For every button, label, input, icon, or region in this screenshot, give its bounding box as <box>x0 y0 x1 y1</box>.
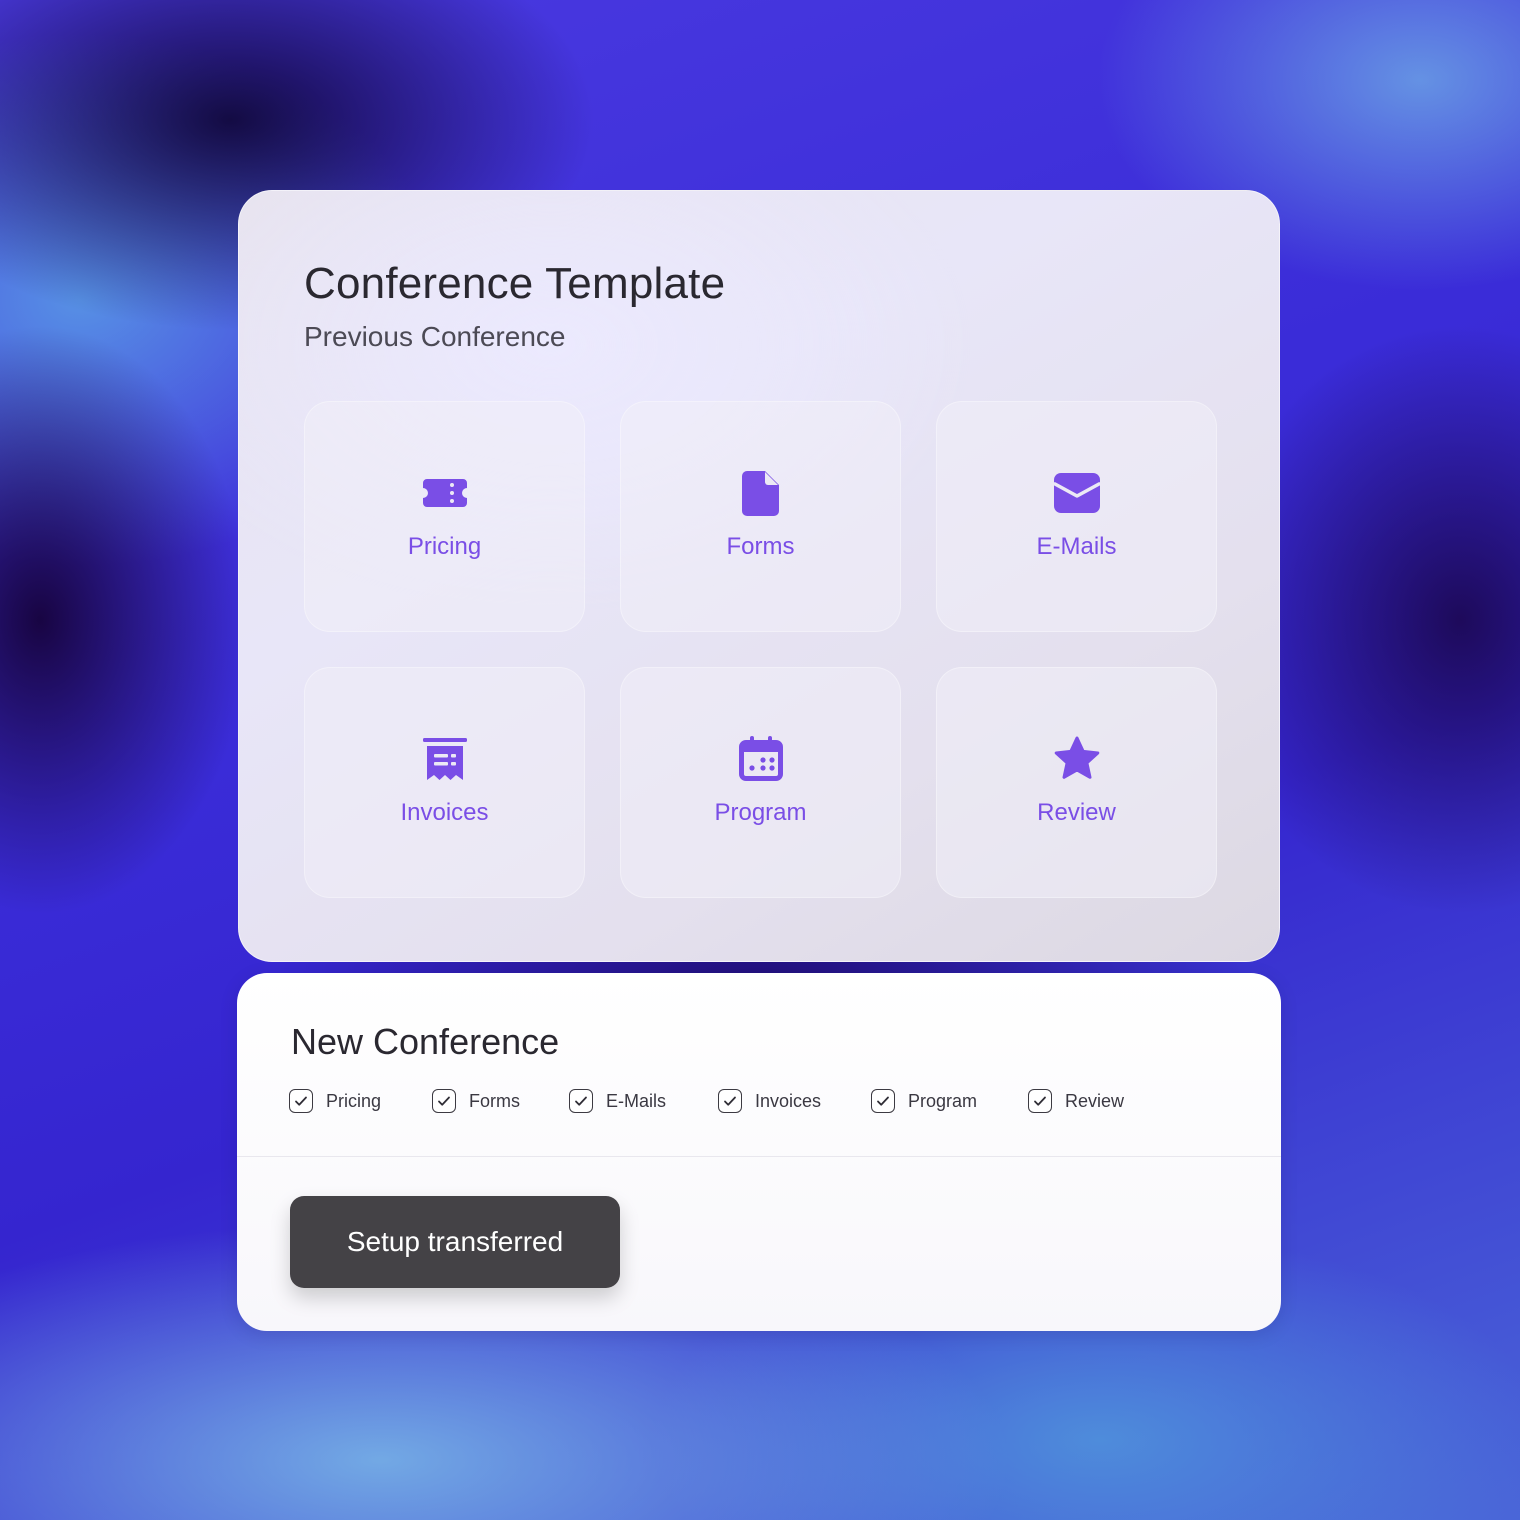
tile-program[interactable]: Program <box>620 667 901 898</box>
tile-label: Forms <box>726 533 795 560</box>
checkbox-emails[interactable]: E-Mails <box>569 1087 666 1115</box>
checkbox-label: E-Mails <box>606 1090 667 1111</box>
checkbox-review[interactable]: Review <box>1028 1087 1124 1115</box>
checkbox-forms[interactable]: Forms <box>432 1087 520 1115</box>
checkbox-label: Forms <box>469 1090 520 1111</box>
template-subtitle: Previous Conference <box>304 321 566 352</box>
checkmark-icon <box>724 1096 736 1106</box>
checkbox-label: Pricing <box>326 1090 382 1111</box>
tile-forms[interactable]: Forms <box>620 401 901 632</box>
tile-pricing[interactable]: Pricing <box>304 401 585 632</box>
checkbox-label: Invoices <box>755 1090 822 1111</box>
new-conference-title: New Conference <box>291 1021 560 1062</box>
checkmark-icon <box>295 1096 307 1106</box>
document-icon <box>737 469 785 517</box>
conference-template-card: Conference Template Previous Conference … <box>238 190 1280 962</box>
tile-label: Invoices <box>400 799 489 826</box>
new-conference-card: New Conference Pricing Forms E-Mails Inv… <box>237 973 1281 1331</box>
setup-transferred-button[interactable]: Setup transferred <box>290 1196 620 1288</box>
tile-label: Review <box>1037 799 1116 826</box>
tile-label: Pricing <box>407 533 482 560</box>
checkbox-checked[interactable] <box>569 1089 593 1113</box>
checkmark-icon <box>438 1096 450 1106</box>
tile-review[interactable]: Review <box>936 667 1217 898</box>
checkbox-checked[interactable] <box>871 1089 895 1113</box>
ticket-icon <box>421 469 469 517</box>
checkmark-icon <box>575 1096 587 1106</box>
checkbox-label: Program <box>908 1090 978 1111</box>
checkbox-checked[interactable] <box>432 1089 456 1113</box>
checkbox-checked[interactable] <box>1028 1089 1052 1113</box>
tile-invoices[interactable]: Invoices <box>304 667 585 898</box>
tile-emails[interactable]: E-Mails <box>936 401 1217 632</box>
checkmark-icon <box>1034 1096 1046 1106</box>
checkbox-label: Review <box>1065 1090 1125 1111</box>
star-icon <box>1053 735 1101 783</box>
envelope-open-icon <box>1052 469 1101 517</box>
template-tiles-grid: Pricing Forms E-Mails Invoices Program R… <box>304 401 1218 898</box>
checkbox-pricing[interactable]: Pricing <box>289 1087 381 1115</box>
checkbox-checked[interactable] <box>718 1089 742 1113</box>
template-title: Conference Template <box>304 259 726 308</box>
tile-label: E-Mails <box>1036 533 1117 560</box>
receipt-icon <box>421 735 469 783</box>
checkbox-program[interactable]: Program <box>871 1087 977 1115</box>
checkbox-checked[interactable] <box>289 1089 313 1113</box>
divider <box>237 1156 1281 1157</box>
calendar-icon <box>737 735 785 783</box>
tile-label: Program <box>714 799 807 826</box>
checkbox-invoices[interactable]: Invoices <box>718 1087 821 1115</box>
checkmark-icon <box>877 1096 889 1106</box>
